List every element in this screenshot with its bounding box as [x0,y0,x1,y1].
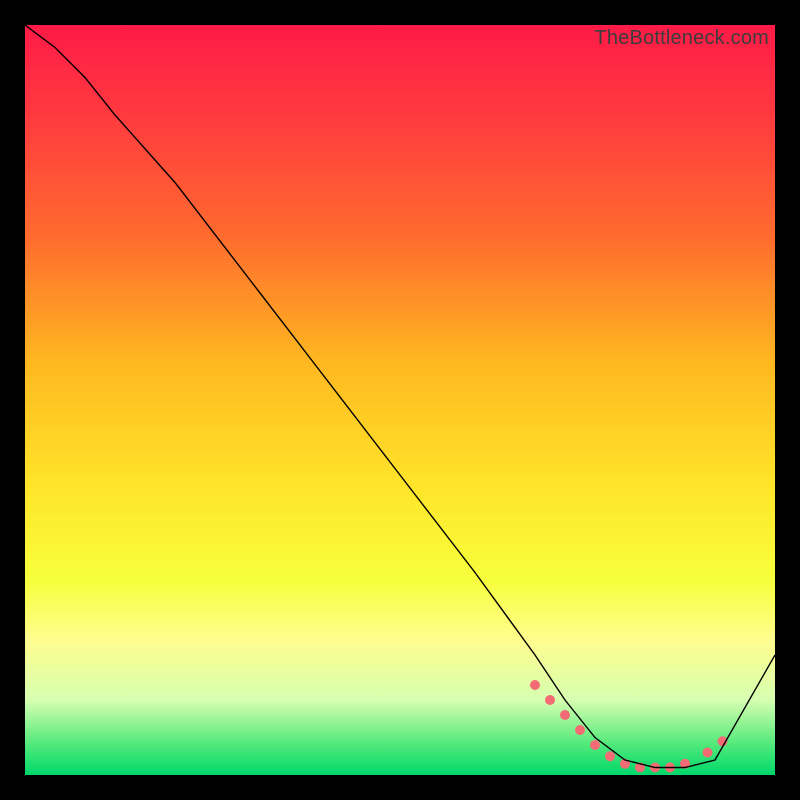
marker-dot [590,740,600,750]
marker-dot [530,680,540,690]
marker-dot [545,695,555,705]
chart-plot-area: TheBottleneck.com [25,25,775,775]
marker-dot [560,710,570,720]
marker-dot [605,751,615,761]
chart-curve [25,25,775,768]
marker-dot [703,748,713,758]
markers-group [530,680,728,773]
chart-frame: TheBottleneck.com [0,0,800,800]
marker-dot [575,725,585,735]
chart-svg [25,25,775,775]
